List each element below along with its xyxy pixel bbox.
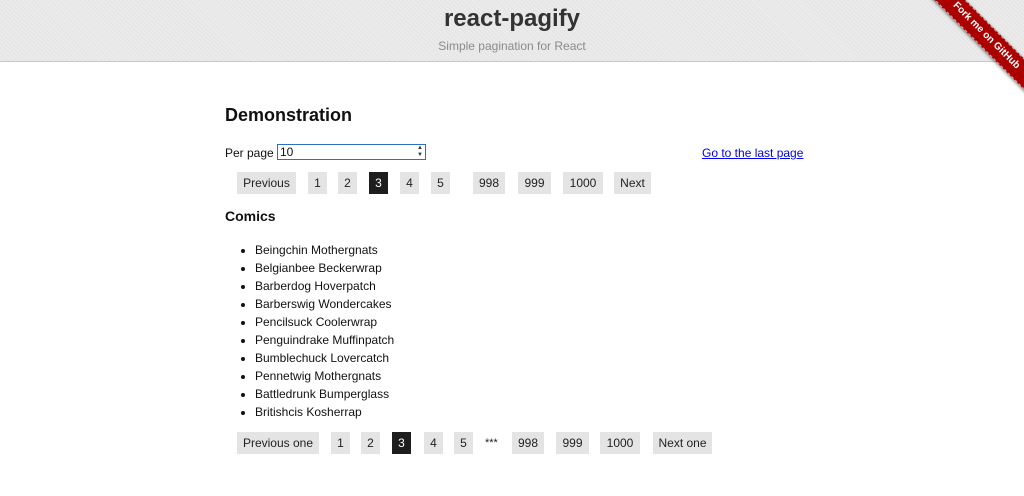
page-header: react-pagify Simple pagination for React bbox=[0, 0, 1024, 62]
current-page-button[interactable]: 3 bbox=[369, 172, 388, 194]
next-one-button[interactable]: Next one bbox=[653, 432, 712, 454]
demonstration-heading: Demonstration bbox=[225, 105, 353, 125]
page-button[interactable]: 5 bbox=[454, 432, 473, 454]
page-button[interactable]: 1 bbox=[308, 172, 327, 194]
bottom-pagination: Previous one 1 2 3 4 5 *** 998 999 1000 … bbox=[237, 432, 712, 454]
list-item: Barberswig Wondercakes bbox=[255, 295, 394, 313]
list-item: Pencilsuck Coolerwrap bbox=[255, 313, 394, 331]
list-item: Beingchin Mothergnats bbox=[255, 241, 394, 259]
per-page-value: 10 bbox=[280, 145, 294, 159]
page-button[interactable]: 998 bbox=[512, 432, 544, 454]
list-item: Barberdog Hoverpatch bbox=[255, 277, 394, 295]
page-button[interactable]: 1000 bbox=[563, 172, 603, 194]
pagination-ellipsis: *** bbox=[485, 437, 498, 449]
list-item: Britishcis Kosherrap bbox=[255, 403, 394, 421]
page-button[interactable]: 4 bbox=[424, 432, 443, 454]
fork-me-ribbon[interactable]: Fork me on GitHub bbox=[925, 0, 1024, 97]
go-to-last-page-link[interactable]: Go to the last page bbox=[702, 146, 803, 160]
previous-one-button[interactable]: Previous one bbox=[237, 432, 319, 454]
page-button[interactable]: 1 bbox=[331, 432, 350, 454]
list-item: Battledrunk Bumperglass bbox=[255, 385, 394, 403]
app-subtitle: Simple pagination for React bbox=[438, 39, 586, 53]
comics-heading: Comics bbox=[225, 208, 276, 224]
page-button[interactable]: 5 bbox=[431, 172, 450, 194]
page-button[interactable]: 2 bbox=[338, 172, 357, 194]
page-button[interactable]: 998 bbox=[473, 172, 505, 194]
current-page-button[interactable]: 3 bbox=[392, 432, 411, 454]
github-ribbon-container: Fork me on GitHub bbox=[924, 0, 1024, 100]
page-button[interactable]: 4 bbox=[400, 172, 419, 194]
next-button[interactable]: Next bbox=[614, 172, 651, 194]
top-pagination: Previous 1 2 3 4 5 998 999 1000 Next bbox=[237, 172, 651, 194]
page-button[interactable]: 2 bbox=[361, 432, 380, 454]
per-page-input[interactable]: 10 ▲ ▼ bbox=[277, 144, 426, 160]
list-item: Belgianbee Beckerwrap bbox=[255, 259, 394, 277]
list-item: Pennetwig Mothergnats bbox=[255, 367, 394, 385]
page-button[interactable]: 1000 bbox=[600, 432, 640, 454]
page-button[interactable]: 999 bbox=[556, 432, 589, 454]
previous-button[interactable]: Previous bbox=[237, 172, 296, 194]
page-button[interactable]: 999 bbox=[518, 172, 551, 194]
per-page-label: Per page bbox=[225, 146, 274, 160]
list-item: Penguindrake Muffinpatch bbox=[255, 331, 394, 349]
per-page-control: Per page 10 ▲ ▼ bbox=[225, 144, 426, 161]
comics-list: Beingchin Mothergnats Belgianbee Beckerw… bbox=[225, 241, 394, 421]
list-item: Bumblechuck Lovercatch bbox=[255, 349, 394, 367]
app-title: react-pagify bbox=[443, 5, 581, 32]
spinner-arrows-icon[interactable]: ▲ ▼ bbox=[417, 145, 423, 159]
